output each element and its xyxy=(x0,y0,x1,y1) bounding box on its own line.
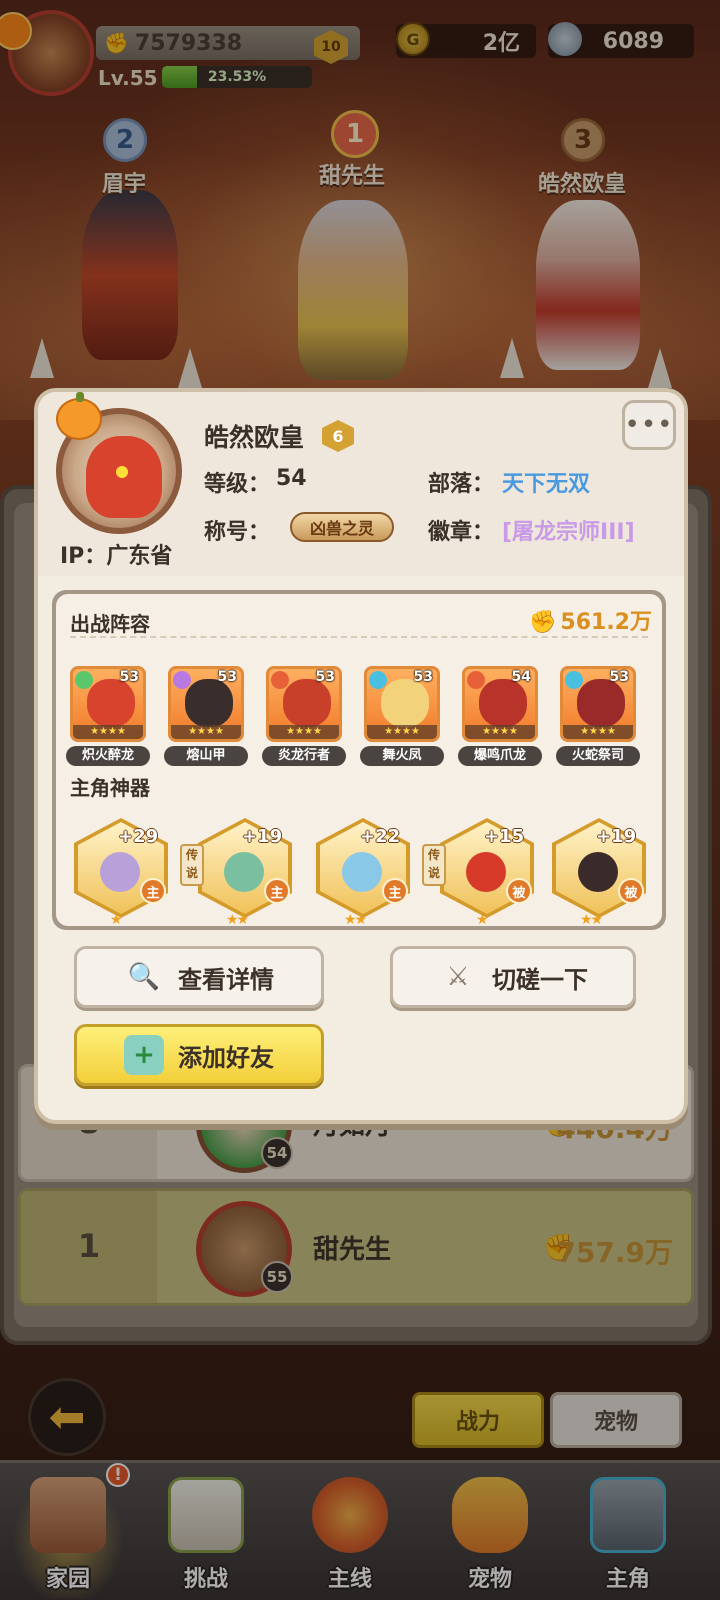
pet-slot-5[interactable]: 54 ★★★★ xyxy=(462,666,538,742)
pet-stars: ★★★★ xyxy=(269,725,339,739)
pet-stars: ★★★★ xyxy=(171,725,241,739)
add-friend-icon: + xyxy=(124,1035,164,1075)
artifact-level: +29 xyxy=(118,826,159,847)
add-friend-button[interactable]: + 添加好友 xyxy=(74,1024,324,1086)
artifact-title: 主角神器 xyxy=(70,776,150,800)
player-profile-card: IP：广东省 皓然欧皇 6 ••• 等级： 54 部落： 天下无双 称号： 凶兽… xyxy=(34,388,688,1124)
profile-name: 皓然欧皇 xyxy=(204,423,305,452)
pet-portrait xyxy=(479,679,527,727)
axe-icon xyxy=(100,852,140,892)
badge-label: 徽章： xyxy=(428,520,495,545)
key-element-icon xyxy=(565,671,583,689)
battle-lineup-panel: 出战阵容 ✊ 561.2万 53 ★★★★ 炽火醉龙 53 ★★★★ 熔山甲 5… xyxy=(52,590,666,930)
feather-icon xyxy=(224,852,264,892)
pet-name: 炽火醉龙 xyxy=(66,746,150,766)
magnifier-icon: 🔍 xyxy=(127,962,161,992)
team-power: ✊ 561.2万 xyxy=(529,604,652,636)
crossed-axes-icon: ⚔ xyxy=(446,962,470,992)
dragon-eye xyxy=(116,466,128,478)
fist-element-icon xyxy=(271,671,289,689)
mace-icon xyxy=(578,852,618,892)
pet-level: 53 xyxy=(609,669,629,685)
swirl-element-icon xyxy=(173,671,191,689)
pet-name: 熔山甲 xyxy=(164,746,248,766)
pet-slot-2[interactable]: 53 ★★★★ xyxy=(168,666,244,742)
tribe-label: 部落： xyxy=(428,472,495,497)
pet-level: 53 xyxy=(413,669,433,685)
legend-tag: 传说 xyxy=(422,844,446,886)
view-details-button[interactable]: 🔍 查看详情 xyxy=(74,946,324,1008)
pet-level: 54 xyxy=(511,669,531,685)
lineup-title: 出战阵容 xyxy=(70,612,150,636)
button-label: 添加好友 xyxy=(178,1043,274,1072)
claw-glove-icon xyxy=(466,852,506,892)
pet-slot-3[interactable]: 53 ★★★★ xyxy=(266,666,342,742)
button-label: 切磋一下 xyxy=(492,965,588,994)
artifact-stars: ★★ xyxy=(226,912,249,928)
artifact-stars: ★★ xyxy=(344,912,367,928)
ip-location: IP：广东省 xyxy=(60,538,172,570)
pet-level: 53 xyxy=(315,669,335,685)
artifact-stars: ★★ xyxy=(580,912,603,928)
artifact-level: +15 xyxy=(484,826,525,847)
pet-slot-6[interactable]: 53 ★★★★ xyxy=(560,666,636,742)
artifact-level: +19 xyxy=(242,826,283,847)
pet-portrait xyxy=(185,679,233,727)
artifact-tag: 主 xyxy=(140,878,166,904)
tribe-value[interactable]: 天下无双 xyxy=(502,466,590,498)
team-power-value: 561.2万 xyxy=(560,610,652,635)
artifact-tag: 被 xyxy=(618,878,644,904)
divider xyxy=(70,636,648,638)
pet-name: 爆鸣爪龙 xyxy=(458,746,542,766)
level-label: 等级： xyxy=(204,472,271,497)
more-options-button[interactable]: ••• xyxy=(622,400,676,450)
artifact-stars: ★ xyxy=(476,912,488,928)
artifact-tag: 被 xyxy=(506,878,532,904)
pet-portrait xyxy=(283,679,331,727)
ip-value: 广东省 xyxy=(106,544,173,569)
artifact-tag: 主 xyxy=(382,878,408,904)
vip-badge: 6 xyxy=(322,420,354,452)
heart-element-icon xyxy=(75,671,93,689)
pet-name: 舞火凤 xyxy=(360,746,444,766)
artifact-level: +22 xyxy=(360,826,401,847)
artifact-stars: ★ xyxy=(110,912,122,928)
button-label: 查看详情 xyxy=(178,965,274,994)
level-value: 54 xyxy=(276,466,307,491)
pet-level: 53 xyxy=(119,669,139,685)
lineup-inner: 出战阵容 ✊ 561.2万 53 ★★★★ 炽火醉龙 53 ★★★★ 熔山甲 5… xyxy=(56,594,662,928)
pumpkin-icon xyxy=(56,392,102,440)
spar-button[interactable]: ⚔ 切磋一下 xyxy=(390,946,636,1008)
artifact-level: +19 xyxy=(596,826,637,847)
pet-stars: ★★★★ xyxy=(73,725,143,739)
title-label: 称号： xyxy=(204,520,271,545)
pet-portrait xyxy=(87,679,135,727)
pet-name: 火蛇祭司 xyxy=(556,746,640,766)
power-fist-icon: ✊ xyxy=(529,610,557,635)
profile-header: IP：广东省 皓然欧皇 6 ••• 等级： 54 部落： 天下无双 称号： 凶兽… xyxy=(38,392,684,576)
pet-slot-4[interactable]: 53 ★★★★ xyxy=(364,666,440,742)
ip-label: IP： xyxy=(60,544,107,569)
fist-element-icon xyxy=(467,671,485,689)
pet-portrait xyxy=(577,679,625,727)
badge-value: [屠龙宗师III] xyxy=(502,520,635,545)
harp-icon xyxy=(342,852,382,892)
pet-level: 53 xyxy=(217,669,237,685)
artifact-tag: 主 xyxy=(264,878,290,904)
title-badge: 凶兽之灵 xyxy=(290,512,394,542)
pet-stars: ★★★★ xyxy=(367,725,437,739)
pet-stars: ★★★★ xyxy=(465,725,535,739)
pet-name: 炎龙行者 xyxy=(262,746,346,766)
pet-stars: ★★★★ xyxy=(563,725,633,739)
pet-slot-1[interactable]: 53 ★★★★ xyxy=(70,666,146,742)
pet-portrait xyxy=(381,679,429,727)
key-element-icon xyxy=(369,671,387,689)
legend-tag: 传说 xyxy=(180,844,204,886)
